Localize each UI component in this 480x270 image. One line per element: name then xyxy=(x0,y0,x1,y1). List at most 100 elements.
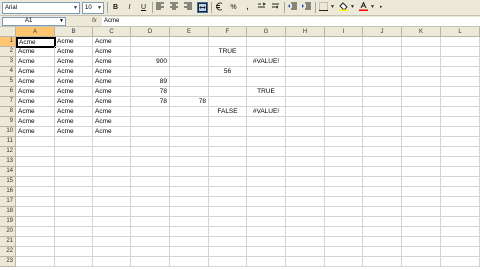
cell-k9[interactable] xyxy=(402,117,441,127)
cell-l21[interactable] xyxy=(441,237,480,247)
cell-j9[interactable] xyxy=(363,117,402,127)
cell-b3[interactable]: Acme xyxy=(55,57,93,67)
cell-f23[interactable] xyxy=(209,257,247,267)
cell-k7[interactable] xyxy=(402,97,441,107)
cell-e21[interactable] xyxy=(170,237,209,247)
column-header-j[interactable]: J xyxy=(363,27,402,37)
cell-b5[interactable]: Acme xyxy=(55,77,93,87)
toolbar-options-icon[interactable]: ▸ xyxy=(380,2,383,13)
cell-i9[interactable] xyxy=(325,117,363,127)
row-header-21[interactable]: 21 xyxy=(0,237,16,247)
row-header-11[interactable]: 11 xyxy=(0,137,16,147)
cell-i18[interactable] xyxy=(325,207,363,217)
cell-l4[interactable] xyxy=(441,67,480,77)
cell-l16[interactable] xyxy=(441,187,480,197)
cell-g15[interactable] xyxy=(247,177,286,187)
cell-j4[interactable] xyxy=(363,67,402,77)
cell-c20[interactable] xyxy=(93,227,131,237)
cell-g19[interactable] xyxy=(247,217,286,227)
cell-f17[interactable] xyxy=(209,197,247,207)
underline-button[interactable]: U xyxy=(138,2,149,13)
formula-input[interactable]: Acme xyxy=(102,17,480,26)
cell-e22[interactable] xyxy=(170,247,209,257)
cell-e3[interactable] xyxy=(170,57,209,67)
column-header-b[interactable]: B xyxy=(55,27,93,37)
cell-a20[interactable] xyxy=(16,227,55,237)
cell-c6[interactable]: Acme xyxy=(93,87,131,97)
cell-j19[interactable] xyxy=(363,217,402,227)
cell-k22[interactable] xyxy=(402,247,441,257)
chevron-down-icon[interactable]: ▼ xyxy=(330,2,335,13)
cell-i2[interactable] xyxy=(325,47,363,57)
cell-g14[interactable] xyxy=(247,167,286,177)
cell-j17[interactable] xyxy=(363,197,402,207)
cell-j15[interactable] xyxy=(363,177,402,187)
cell-b16[interactable] xyxy=(55,187,93,197)
column-header-g[interactable]: G xyxy=(247,27,286,37)
cell-h11[interactable] xyxy=(286,137,325,147)
cell-c11[interactable] xyxy=(93,137,131,147)
cell-d4[interactable] xyxy=(131,67,170,77)
cell-e17[interactable] xyxy=(170,197,209,207)
cell-k4[interactable] xyxy=(402,67,441,77)
cell-k12[interactable] xyxy=(402,147,441,157)
percent-button[interactable]: % xyxy=(228,2,239,13)
cell-h13[interactable] xyxy=(286,157,325,167)
cell-h23[interactable] xyxy=(286,257,325,267)
cell-b8[interactable]: Acme xyxy=(55,107,93,117)
row-header-7[interactable]: 7 xyxy=(0,97,16,107)
row-header-6[interactable]: 6 xyxy=(0,87,16,97)
cell-b2[interactable]: Acme xyxy=(55,47,93,57)
cell-g8[interactable]: #VALUE! xyxy=(247,107,286,117)
chevron-down-icon[interactable]: ▼ xyxy=(350,2,355,13)
cell-d16[interactable] xyxy=(131,187,170,197)
cell-a19[interactable] xyxy=(16,217,55,227)
cell-a12[interactable] xyxy=(16,147,55,157)
cell-l19[interactable] xyxy=(441,217,480,227)
row-header-12[interactable]: 12 xyxy=(0,147,16,157)
cell-b17[interactable] xyxy=(55,197,93,207)
cell-e4[interactable] xyxy=(170,67,209,77)
cell-c1[interactable]: Acme xyxy=(93,37,131,47)
cell-d11[interactable] xyxy=(131,137,170,147)
cell-f15[interactable] xyxy=(209,177,247,187)
cell-j22[interactable] xyxy=(363,247,402,257)
cell-e23[interactable] xyxy=(170,257,209,267)
cell-h21[interactable] xyxy=(286,237,325,247)
cell-e11[interactable] xyxy=(170,137,209,147)
cell-l6[interactable] xyxy=(441,87,480,97)
cell-d8[interactable] xyxy=(131,107,170,117)
row-header-1[interactable]: 1 xyxy=(0,37,16,47)
cell-c17[interactable] xyxy=(93,197,131,207)
cell-l5[interactable] xyxy=(441,77,480,87)
cell-f6[interactable] xyxy=(209,87,247,97)
cell-j21[interactable] xyxy=(363,237,402,247)
cell-g18[interactable] xyxy=(247,207,286,217)
cell-g5[interactable] xyxy=(247,77,286,87)
cell-l15[interactable] xyxy=(441,177,480,187)
cell-j20[interactable] xyxy=(363,227,402,237)
cell-f1[interactable] xyxy=(209,37,247,47)
cell-c22[interactable] xyxy=(93,247,131,257)
row-header-10[interactable]: 10 xyxy=(0,127,16,137)
cell-b23[interactable] xyxy=(55,257,93,267)
cell-j5[interactable] xyxy=(363,77,402,87)
column-header-i[interactable]: I xyxy=(325,27,363,37)
cell-f12[interactable] xyxy=(209,147,247,157)
row-header-14[interactable]: 14 xyxy=(0,167,16,177)
cell-k16[interactable] xyxy=(402,187,441,197)
cell-f9[interactable] xyxy=(209,117,247,127)
cell-j7[interactable] xyxy=(363,97,402,107)
cell-e10[interactable] xyxy=(170,127,209,137)
cell-k19[interactable] xyxy=(402,217,441,227)
cell-a22[interactable] xyxy=(16,247,55,257)
cell-f4[interactable]: 56 xyxy=(209,67,247,77)
cell-g23[interactable] xyxy=(247,257,286,267)
cell-h15[interactable] xyxy=(286,177,325,187)
cell-i21[interactable] xyxy=(325,237,363,247)
cell-k8[interactable] xyxy=(402,107,441,117)
cell-i20[interactable] xyxy=(325,227,363,237)
cell-a16[interactable] xyxy=(16,187,55,197)
cell-e13[interactable] xyxy=(170,157,209,167)
row-header-2[interactable]: 2 xyxy=(0,47,16,57)
